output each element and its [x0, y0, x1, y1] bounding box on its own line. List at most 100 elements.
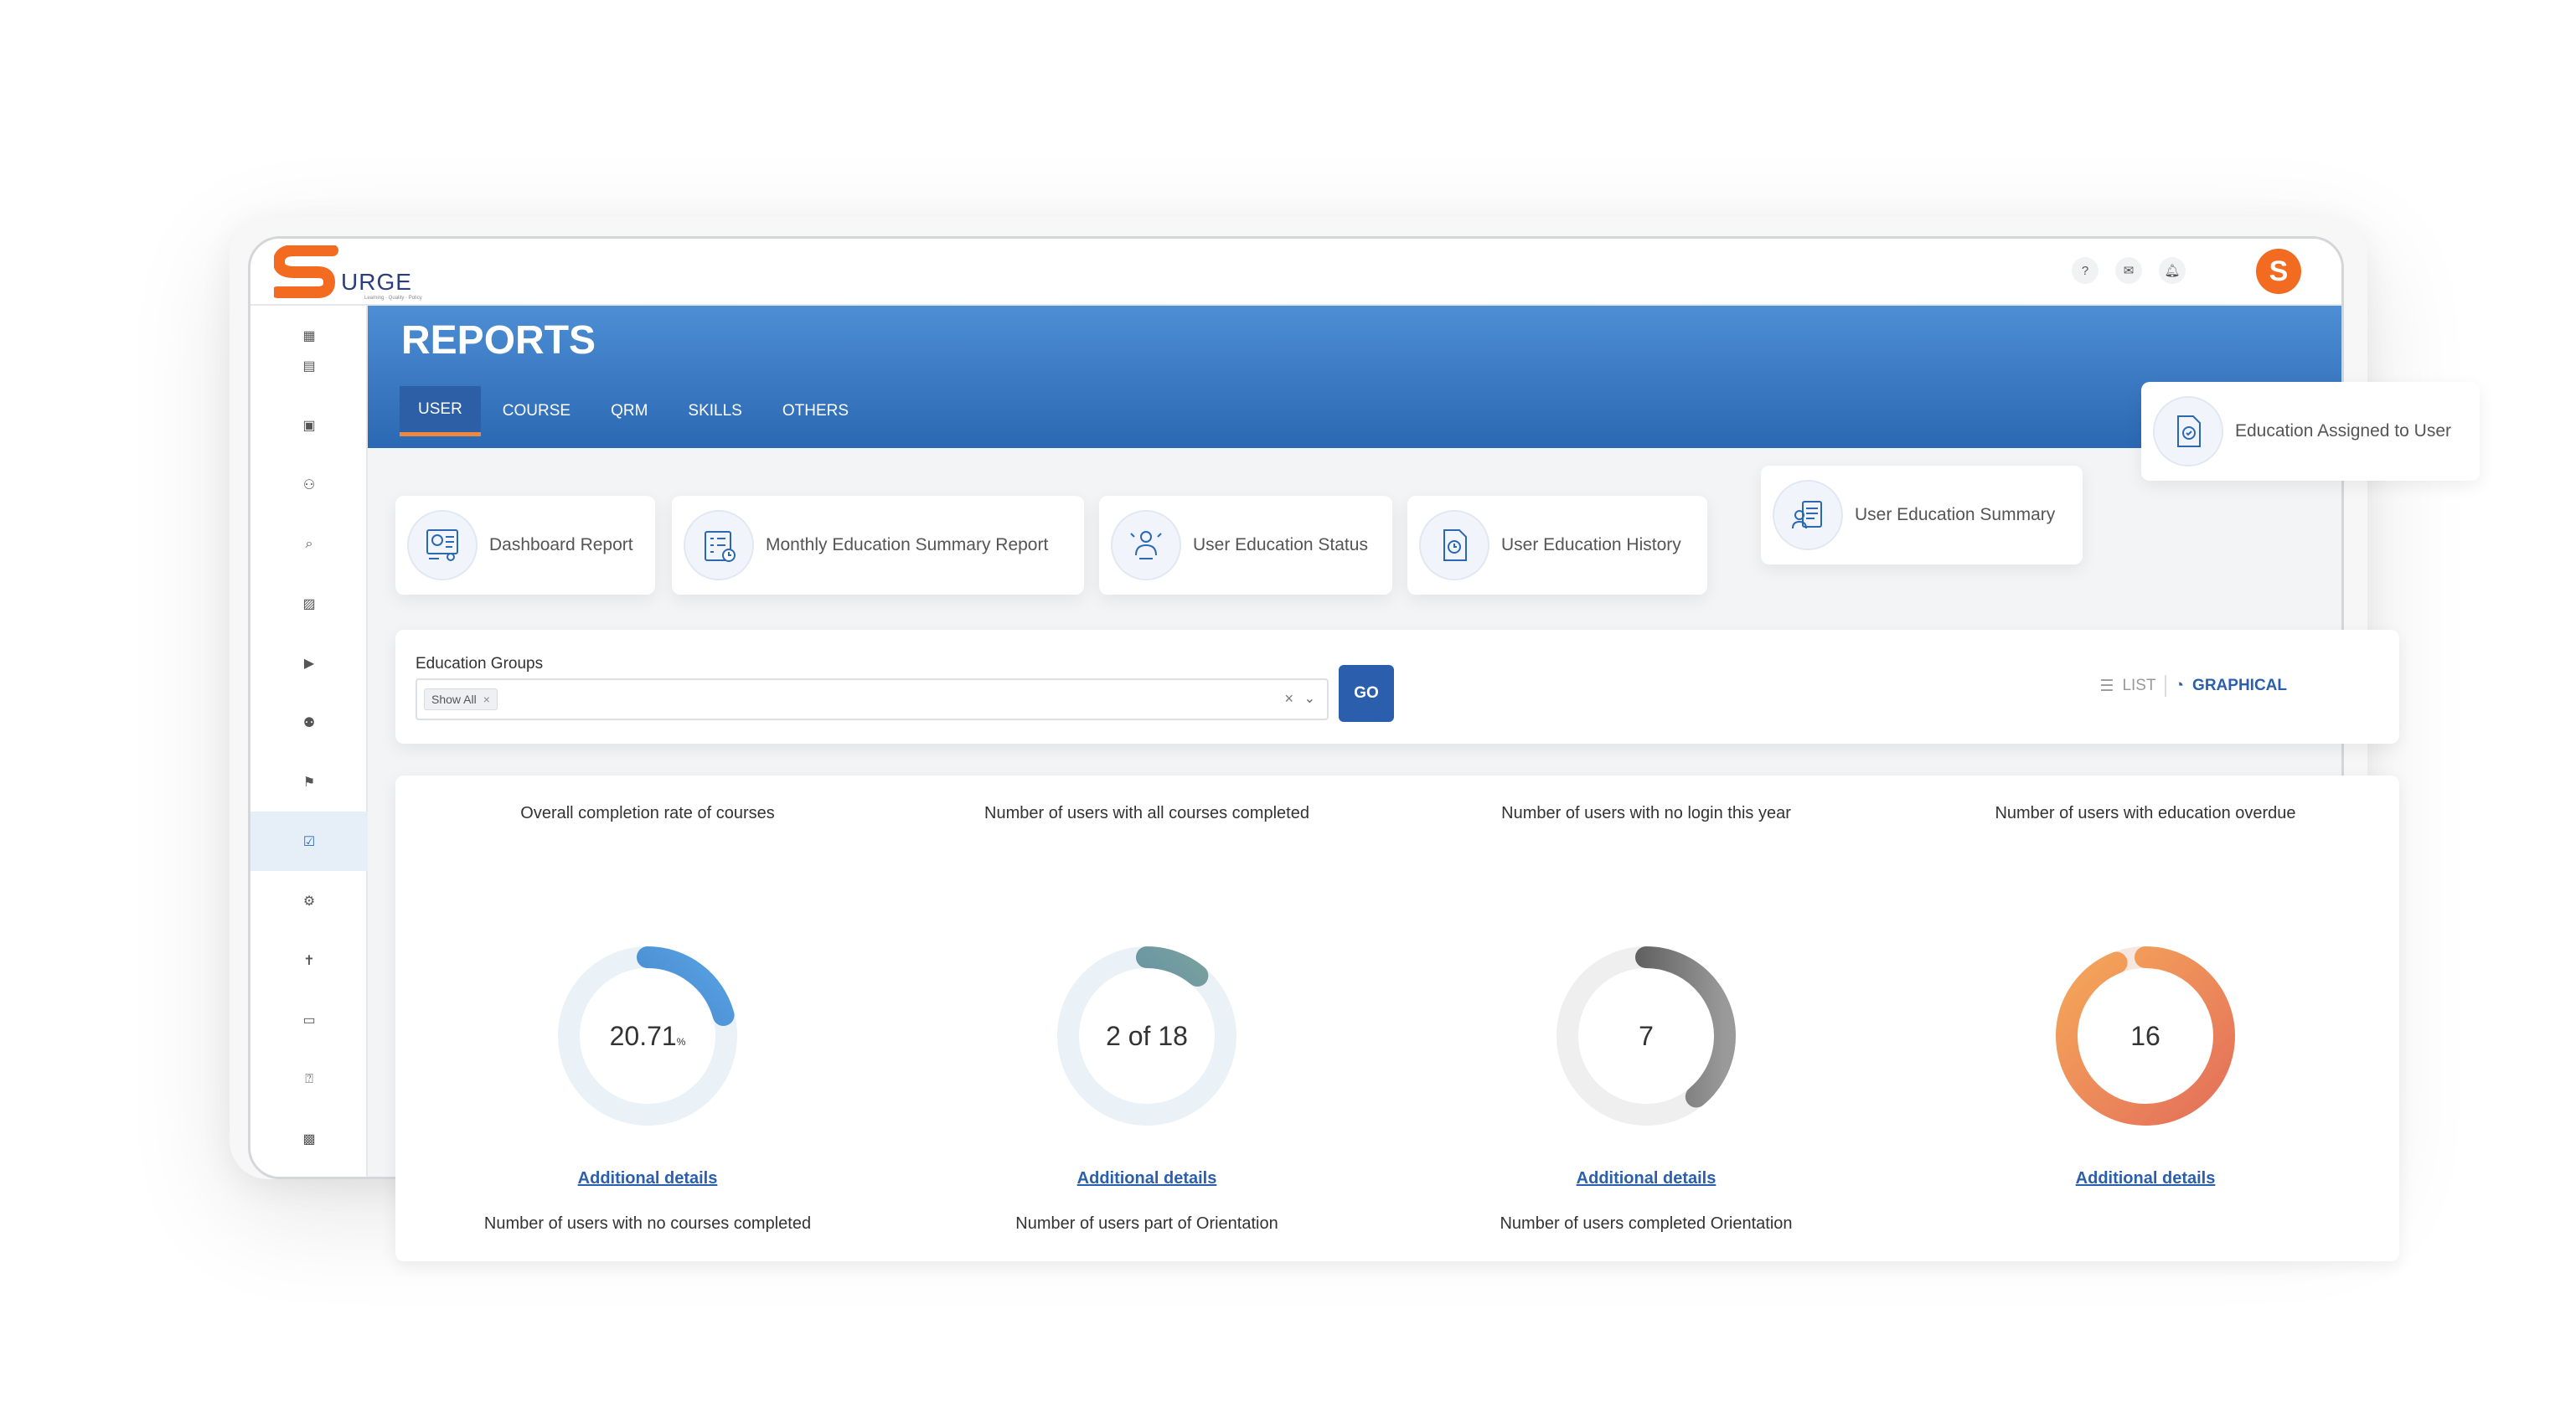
logo-tagline: Learning · Quality · Policy — [364, 296, 422, 301]
list-view-button[interactable]: ☰ LIST — [2099, 677, 2155, 696]
reports-banner: REPORTS USER COURSE QRM SKILLS OTHERS — [368, 306, 2344, 448]
user-status-icon — [1111, 510, 1181, 580]
logo-s-icon — [274, 245, 341, 302]
metric-title: Overall completion rate of courses — [395, 804, 900, 823]
additional-details-link[interactable]: Additional details — [395, 1169, 900, 1188]
metric-subtitle: Number of users completed Orientation — [1394, 1214, 1898, 1234]
filter-card: Education Groups Show All × × ⌄ GO ☰ LIS… — [395, 630, 2399, 744]
tab-course[interactable]: COURSE — [484, 386, 589, 436]
video-icon: ▶ — [304, 655, 314, 672]
report-card-label: Dashboard Report — [489, 535, 633, 555]
gauge-value: 20.71% — [551, 940, 744, 1132]
user-history-icon — [1419, 510, 1489, 580]
additional-details-link[interactable]: Additional details — [895, 1169, 1399, 1188]
sidebar-item-settings[interactable]: ⚙ — [250, 871, 368, 930]
gauge-value: 7 — [1550, 940, 1742, 1132]
person-icon: ✝ — [303, 952, 314, 969]
metric-subtitle: Number of users part of Orientation — [895, 1214, 1399, 1234]
list-icon: ☰ — [2099, 677, 2114, 696]
mail-icon[interactable]: ✉ — [2115, 257, 2142, 284]
completion-rate-gauge: 20.71% — [551, 940, 744, 1132]
report-card-dashboard[interactable]: Dashboard Report — [395, 496, 655, 595]
graphical-view-button[interactable]: ◔ GRAPHICAL — [2175, 677, 2287, 695]
go-button[interactable]: GO — [1339, 665, 1394, 722]
user-avatar[interactable]: S — [2256, 249, 2301, 294]
sidebar: ▦ ▤ ▣ ⚇ ⌕ ▨ ▶ ⚉ ⚑ ☑ ⚙ ✝ ▭ ⍰ ▩ — [250, 306, 368, 1179]
gauge-value: 16 — [2049, 940, 2242, 1132]
document-icon: ▤ — [302, 358, 315, 374]
sidebar-item-calendar[interactable]: ▭ — [250, 990, 368, 1049]
logo-text: URGE — [341, 269, 412, 296]
show-all-chip[interactable]: Show All × — [424, 688, 498, 710]
report-card-label: User Education Summary — [1855, 505, 2055, 525]
sidebar-item-team[interactable]: ⚉ — [250, 693, 368, 752]
surge-logo[interactable]: URGE Learning · Quality · Policy — [274, 245, 425, 302]
additional-details-link[interactable]: Additional details — [1394, 1169, 1898, 1188]
education-assigned-icon — [2153, 396, 2223, 466]
stage: URGE Learning · Quality · Policy ? ✉ 🔔︎ … — [0, 0, 2576, 1407]
sidebar-item-users[interactable]: ⚇ — [250, 455, 368, 514]
report-card-user-status[interactable]: User Education Status — [1099, 496, 1392, 595]
bell-icon[interactable]: 🔔︎ — [2159, 257, 2186, 284]
tab-others[interactable]: OTHERS — [764, 386, 867, 436]
no-login-gauge: 7 — [1550, 940, 1742, 1132]
page-title: REPORTS — [401, 317, 596, 363]
report-tabs: USER COURSE QRM SKILLS OTHERS — [400, 386, 867, 436]
sidebar-item-accessibility[interactable]: ✝ — [250, 930, 368, 990]
sidebar-item-documents[interactable]: ▤ — [250, 336, 368, 395]
list-label: LIST — [2122, 677, 2155, 695]
toggle-divider — [2165, 675, 2166, 697]
sidebar-item-billing[interactable]: ▩ — [250, 1109, 368, 1168]
monthly-report-icon — [684, 510, 754, 580]
tab-qrm[interactable]: QRM — [592, 386, 666, 436]
chevron-down-icon[interactable]: ⌄ — [1304, 690, 1315, 707]
calendar-icon: ▭ — [302, 1012, 315, 1028]
library-icon: ▣ — [302, 417, 315, 434]
reports-check-icon: ☑ — [303, 833, 315, 850]
metric-title: Number of users with no login this year — [1394, 804, 1898, 823]
all-completed-gauge: 2 of 18 — [1051, 940, 1243, 1132]
top-bar: URGE Learning · Quality · Policy ? ✉ 🔔︎ … — [250, 239, 2341, 306]
gauge-value: 2 of 18 — [1051, 940, 1243, 1132]
dashboard-report-icon — [407, 510, 478, 580]
gear-icon: ⚙ — [303, 893, 315, 910]
sidebar-item-reports[interactable]: ☑ — [250, 812, 368, 871]
report-card-label: Education Assigned to User — [2235, 421, 2451, 441]
additional-details-link[interactable]: Additional details — [1893, 1169, 2398, 1188]
user-summary-icon — [1773, 480, 1843, 550]
help-box-icon: ⍰ — [305, 1072, 313, 1087]
education-overdue-gauge: 16 — [2049, 940, 2242, 1132]
tab-skills[interactable]: SKILLS — [669, 386, 760, 436]
tab-user[interactable]: USER — [400, 386, 481, 436]
sidebar-item-library[interactable]: ▣ — [250, 395, 368, 455]
metric-subtitle: Number of users with no courses complete… — [395, 1214, 900, 1234]
education-groups-label: Education Groups — [416, 655, 543, 673]
chip-label: Show All — [431, 693, 477, 706]
users-icon: ⚇ — [303, 477, 315, 493]
money-icon: ▩ — [302, 1131, 315, 1147]
help-icon[interactable]: ? — [2072, 257, 2098, 284]
report-card-label: User Education Status — [1193, 535, 1368, 555]
education-groups-select[interactable]: Show All × × ⌄ — [416, 678, 1329, 720]
sidebar-item-media[interactable]: ▨ — [250, 574, 368, 633]
search-icon: ⌕ — [306, 537, 313, 552]
pie-chart-icon: ◔ — [2175, 677, 2184, 695]
chip-remove-icon[interactable]: × — [483, 693, 490, 706]
report-card-user-summary[interactable]: User Education Summary — [1761, 466, 2083, 564]
image-icon: ▨ — [302, 595, 315, 612]
clear-icon[interactable]: × — [1284, 690, 1293, 708]
report-card-label: User Education History — [1501, 535, 1681, 555]
report-card-label: Monthly Education Summary Report — [766, 535, 1048, 555]
graphical-label: GRAPHICAL — [2192, 677, 2287, 695]
metrics-card: Overall completion rate of courses 20.71… — [395, 776, 2399, 1261]
metric-title: Number of users with all courses complet… — [895, 804, 1399, 823]
report-card-education-assigned[interactable]: Education Assigned to User — [2141, 382, 2480, 481]
metric-title: Number of users with education overdue — [1893, 804, 2398, 823]
sidebar-item-help[interactable]: ⍰ — [250, 1049, 368, 1109]
sidebar-item-video[interactable]: ▶ — [250, 633, 368, 693]
sidebar-item-messages[interactable]: ⚑ — [250, 752, 368, 812]
sidebar-item-search[interactable]: ⌕ — [250, 514, 368, 574]
report-card-monthly-summary[interactable]: Monthly Education Summary Report — [672, 496, 1084, 595]
view-toggle: ☰ LIST ◔ GRAPHICAL — [2099, 675, 2287, 697]
report-card-user-history[interactable]: User Education History — [1407, 496, 1707, 595]
